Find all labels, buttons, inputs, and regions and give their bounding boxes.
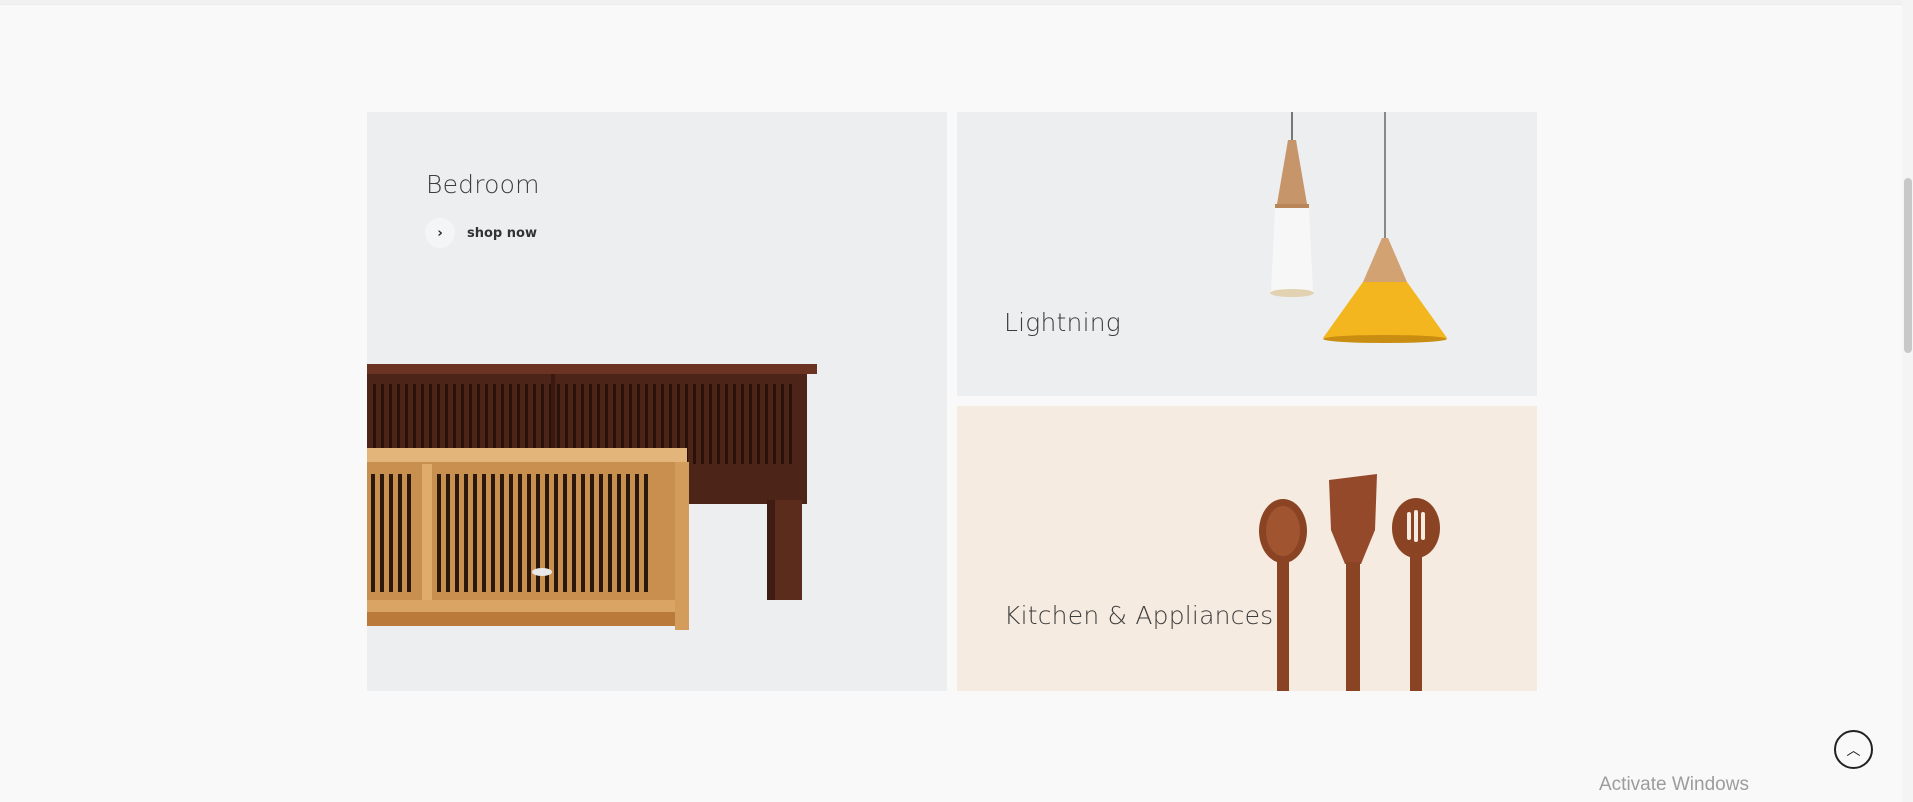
top-bar	[0, 0, 1902, 5]
activate-windows-watermark: Activate Windows	[1599, 774, 1749, 795]
banner-bedroom[interactable]: Bedroom › shop now	[367, 112, 947, 691]
scroll-to-top-button[interactable]: ︿	[1834, 730, 1873, 769]
wooden-utensils-image	[1259, 474, 1440, 691]
banner-lighting[interactable]: Lightning	[957, 112, 1537, 396]
sideboard-image	[367, 364, 817, 630]
chevron-up-icon: ︿	[1846, 742, 1861, 759]
pendant-lamps-image	[1270, 112, 1447, 343]
banner-kitchen[interactable]: Kitchen & Appliances	[957, 406, 1537, 691]
scrollbar-thumb[interactable]	[1904, 178, 1912, 353]
page-scrollbar[interactable]	[1902, 0, 1913, 802]
